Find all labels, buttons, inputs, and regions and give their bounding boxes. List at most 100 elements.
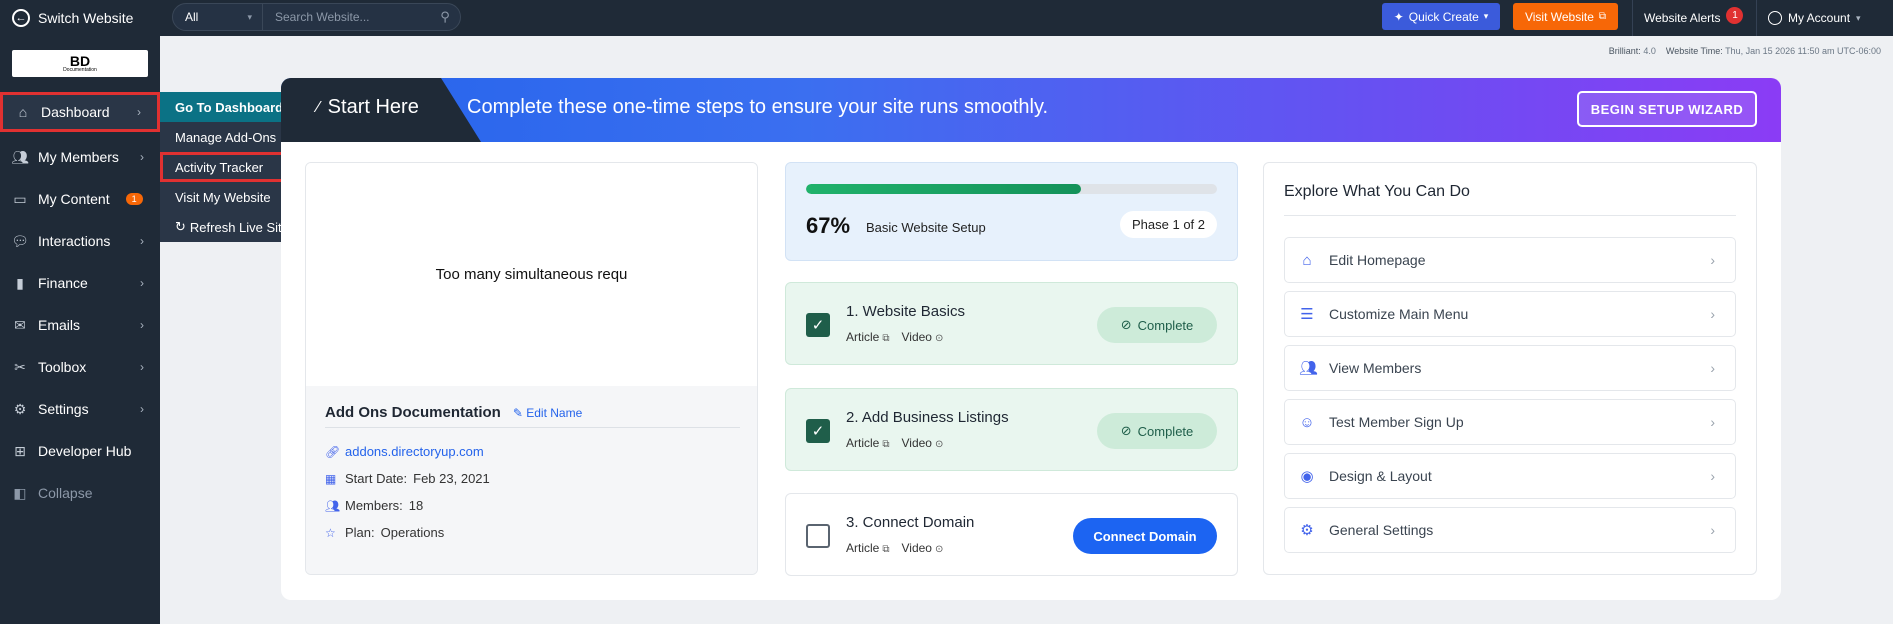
sidebar-item-label: My Content [38, 191, 110, 207]
wand-icon: ⁄ [317, 98, 320, 116]
site-url-link[interactable]: addons.directoryup.com [345, 444, 484, 459]
explore-item-test-member-sign-up[interactable]: ☺ Test Member Sign Up › [1284, 399, 1736, 445]
video-link[interactable]: Video ⊙ [901, 436, 943, 450]
sidebar-item-settings[interactable]: ⚙ Settings › [0, 389, 160, 429]
divider [1632, 0, 1633, 36]
video-link[interactable]: Video ⊙ [901, 330, 943, 344]
chevron-right-icon: › [1710, 306, 1715, 322]
sidebar-item-my-content[interactable]: ▭ My Content 1 [0, 179, 160, 219]
explore-title: Explore What You Can Do [1284, 183, 1736, 216]
sidebar-item-toolbox[interactable]: ✂ Toolbox › [0, 347, 160, 387]
brilliant-value: 4.0 [1643, 46, 1656, 56]
sidebar-item-interactions[interactable]: 💬︎ Interactions › [0, 221, 160, 261]
search-icon[interactable]: ⚲ [430, 9, 460, 25]
article-link[interactable]: Article ⧉ [846, 436, 889, 450]
explore-item-label: Design & Layout [1329, 468, 1432, 484]
setup-progress-card: 67% Basic Website Setup Phase 1 of 2 [785, 162, 1238, 261]
step-checkbox-checked[interactable]: ✓ [806, 419, 830, 443]
refresh-icon: ↻ [175, 219, 186, 234]
sidebar-item-emails[interactable]: ✉ Emails › [0, 305, 160, 345]
chevron-right-icon: › [140, 402, 144, 416]
sidebar-item-developer-hub[interactable]: ⊞ Developer Hub [0, 431, 160, 471]
article-label: Article [846, 436, 880, 450]
sidebar-item-finance[interactable]: ▮ Finance › [0, 263, 160, 303]
calendar-icon: ▦ [325, 471, 337, 486]
quick-create-label: Quick Create [1408, 9, 1479, 24]
step-links: Article ⧉ Video ⊙ [846, 541, 943, 555]
explore-item-design-layout[interactable]: ◉ Design & Layout › [1284, 453, 1736, 499]
explore-item-edit-homepage[interactable]: ⌂ Edit Homepage › [1284, 237, 1736, 283]
site-title-row: Add Ons Documentation ✎ Edit Name [325, 404, 740, 428]
step-checkbox-checked[interactable]: ✓ [806, 313, 830, 337]
video-label: Video [901, 436, 932, 450]
start-here-heading: ⁄ Start Here [317, 96, 419, 119]
quick-create-button[interactable]: ✦ Quick Create ▾ [1382, 3, 1500, 30]
chevron-right-icon: › [137, 105, 141, 119]
chevron-right-icon: › [140, 150, 144, 164]
explore-item-view-members[interactable]: 👥︎ View Members › [1284, 345, 1736, 391]
site-info-panel: Too many simultaneous requ Add Ons Docum… [305, 162, 758, 575]
header-info: Brilliant: 4.0 Website Time: Thu, Jan 15… [1609, 46, 1881, 56]
visit-website-button[interactable]: Visit Website ⧉ [1513, 3, 1618, 30]
bar-chart-icon: ▮ [16, 274, 24, 291]
edit-icon: ✎ [512, 405, 523, 420]
search-input[interactable] [263, 10, 430, 24]
content-badge: 1 [125, 193, 143, 205]
palette-icon: ◉ [1300, 468, 1314, 485]
site-title: Add Ons Documentation [325, 404, 501, 421]
flyout-item-label: Refresh Live Site [189, 219, 289, 235]
chevron-right-icon: › [1710, 414, 1715, 430]
search-bar: All ▾ ⚲ [172, 3, 461, 31]
chevron-down-icon: ▾ [247, 11, 252, 22]
play-circle-icon: ⊙ [934, 333, 944, 344]
article-link[interactable]: Article ⧉ [846, 541, 889, 555]
chevron-right-icon: › [140, 234, 144, 248]
collapse-icon: ◧ [13, 484, 27, 501]
arrow-left-circle-icon: ← [12, 9, 30, 27]
connect-domain-button[interactable]: Connect Domain [1073, 518, 1217, 554]
my-account-button[interactable]: My Account ▾ [1768, 0, 1861, 36]
mail-icon: ✉ [14, 316, 26, 333]
step-title: 3. Connect Domain [846, 514, 975, 531]
sparkle-icon: ✦ [1393, 9, 1404, 24]
video-link[interactable]: Video ⊙ [901, 541, 943, 555]
explore-item-general-settings[interactable]: ⚙ General Settings › [1284, 507, 1736, 553]
user-circle-icon [1768, 11, 1782, 25]
gear-icon: ⚙ [1300, 522, 1314, 539]
search-scope-select[interactable]: All ▾ [173, 4, 263, 30]
progress-percent: 67% [806, 213, 851, 238]
sidebar-item-label: Interactions [38, 233, 111, 249]
search-scope-value: All [185, 10, 199, 24]
members-row: 👥︎ Members: 18 [325, 498, 740, 513]
begin-setup-wizard-button[interactable]: BEGIN SETUP WIZARD [1577, 91, 1757, 127]
step-links: Article ⧉ Video ⊙ [846, 436, 943, 450]
sidebar-item-collapse[interactable]: ◧ Collapse [0, 473, 160, 513]
chevron-right-icon: › [1710, 360, 1715, 376]
article-label: Article [846, 330, 880, 344]
edit-name-link[interactable]: ✎ Edit Name [513, 406, 582, 420]
edit-name-label: Edit Name [526, 405, 583, 420]
home-icon: ⌂ [18, 104, 28, 120]
plan-row: ☆ Plan: Operations [325, 525, 740, 540]
grid-icon: ⊞ [14, 442, 26, 459]
chevron-right-icon: › [1710, 252, 1715, 268]
explore-item-label: Test Member Sign Up [1329, 414, 1464, 430]
video-label: Video [901, 330, 932, 344]
switch-website-button[interactable]: ← Switch Website [0, 0, 160, 36]
sidebar-item-label: Emails [38, 317, 81, 333]
play-circle-icon: ⊙ [934, 544, 944, 555]
explore-item-customize-main-menu[interactable]: ☰ Customize Main Menu › [1284, 291, 1736, 337]
chevron-down-icon: ▾ [1483, 11, 1489, 21]
logo-text: BD [69, 53, 91, 69]
site-logo[interactable]: BD Documentation [12, 50, 148, 77]
step-checkbox-unchecked[interactable] [806, 524, 830, 548]
progress-bar-fill [806, 184, 1082, 194]
chevron-down-icon: ▾ [1856, 12, 1861, 23]
chevron-right-icon: › [140, 318, 144, 332]
article-link[interactable]: Article ⧉ [846, 330, 889, 344]
external-link-icon: ⧉ [882, 333, 890, 344]
sidebar-item-dashboard[interactable]: ⌂ Dashboard › [0, 92, 160, 132]
sidebar-item-my-members[interactable]: 👥︎ My Members › [0, 137, 160, 177]
visit-website-label: Visit Website [1524, 9, 1594, 24]
website-alerts-button[interactable]: Website Alerts 1 [1644, 0, 1744, 36]
